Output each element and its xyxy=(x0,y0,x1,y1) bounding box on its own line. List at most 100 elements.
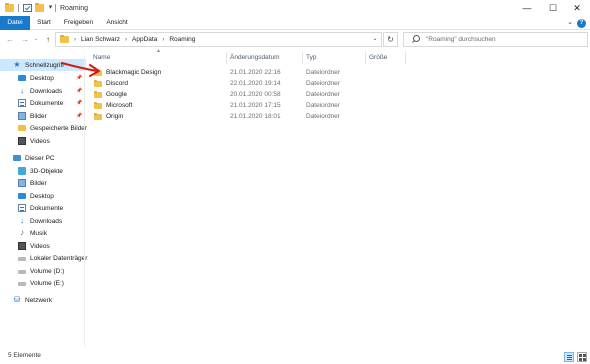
music-icon: ♪ xyxy=(20,228,24,237)
chevron-right-icon[interactable]: › xyxy=(74,37,76,43)
sidebar-item-label: Desktop xyxy=(30,192,54,200)
sidebar-item-label: Dokumente xyxy=(30,99,64,107)
sidebar-item-label: Schnellzugriff xyxy=(25,61,64,69)
sidebar-item-volume-e[interactable]: Volume (E:) xyxy=(0,277,86,289)
tab-ansicht[interactable]: Ansicht xyxy=(101,16,133,30)
file-date: 22.01.2020 19:14 xyxy=(230,80,281,87)
back-button[interactable]: ← xyxy=(4,34,16,45)
sidebar-item-pc-documents[interactable]: Dokumente xyxy=(0,202,86,214)
refresh-button[interactable]: ↻ xyxy=(383,32,398,47)
desktop-icon xyxy=(18,75,26,81)
sidebar-item-saved-pictures[interactable]: Gespeicherte Bilder xyxy=(0,122,88,134)
sidebar-item-downloads[interactable]: ↓ Downloads 📌 xyxy=(0,85,86,97)
sidebar-item-pc-videos[interactable]: Videos xyxy=(0,240,86,252)
maximize-button[interactable]: ☐ xyxy=(540,0,566,16)
help-icon[interactable]: ? xyxy=(577,18,586,28)
sidebar-item-local-disk[interactable]: Lokaler Datenträger xyxy=(0,252,88,264)
sidebar-item-label: Dieser PC xyxy=(25,154,55,162)
chevron-down-icon: ⌄ xyxy=(33,36,39,42)
sidebar-item-pc-pictures[interactable]: Bilder xyxy=(0,177,86,189)
folder-icon xyxy=(94,101,102,109)
details-view-icon xyxy=(567,355,572,356)
breadcrumb-appdata[interactable]: AppData xyxy=(132,36,157,43)
file-name-label: Discord xyxy=(106,80,129,87)
pin-icon[interactable]: 📌 xyxy=(76,75,82,81)
pin-icon[interactable]: 📌 xyxy=(76,113,82,119)
pin-icon[interactable]: 📌 xyxy=(76,100,82,106)
chevron-right-icon[interactable]: › xyxy=(162,37,164,43)
sidebar-item-label: Volume (E:) xyxy=(30,279,64,287)
sidebar-item-pc-downloads[interactable]: ↓ Downloads xyxy=(0,215,86,227)
file-date: 21.01.2020 22:16 xyxy=(230,69,281,76)
sidebar-item-pictures[interactable]: Bilder 📌 xyxy=(0,110,86,122)
tab-start[interactable]: Start xyxy=(32,16,56,30)
folder-icon xyxy=(94,68,102,76)
sidebar-item-this-pc[interactable]: Dieser PC xyxy=(0,152,86,164)
search-input[interactable] xyxy=(426,36,586,43)
divider xyxy=(18,4,19,12)
column-header-size[interactable]: Größe xyxy=(366,52,406,64)
minimize-button[interactable]: — xyxy=(514,0,540,16)
table-row[interactable]: Microsoft 21.01.2020 17:15 Dateiordner xyxy=(90,100,420,111)
sidebar-item-music[interactable]: ♪ Musik xyxy=(0,227,86,239)
breadcrumb-user[interactable]: Lian Schwarz xyxy=(81,36,120,43)
customize-quick-access-icon[interactable]: ▾ xyxy=(47,4,54,12)
quick-access-toolbar: ▾ Roaming xyxy=(5,3,88,13)
sidebar-item-documents[interactable]: Dokumente 📌 xyxy=(0,97,86,109)
properties-icon[interactable] xyxy=(23,4,32,12)
sidebar-item-pc-desktop[interactable]: Desktop xyxy=(0,190,86,202)
breadcrumb-roaming[interactable]: Roaming xyxy=(169,36,195,43)
star-icon: ★ xyxy=(13,60,21,69)
pane-divider[interactable] xyxy=(84,55,85,347)
column-header-date[interactable]: Änderungsdatum xyxy=(227,52,303,64)
drive-icon xyxy=(18,282,26,286)
table-row[interactable]: Google 20.01.2020 00:58 Dateiordner xyxy=(90,89,420,100)
network-icon: ⛁ xyxy=(13,295,21,304)
folder-icon xyxy=(18,125,26,131)
sidebar-item-label: Videos xyxy=(30,137,50,145)
folder-icon xyxy=(60,35,69,43)
chevron-right-icon[interactable]: › xyxy=(125,37,127,43)
column-header-name[interactable]: Name xyxy=(90,52,227,64)
sidebar-item-videos[interactable]: Videos xyxy=(0,135,86,147)
window-title: Roaming xyxy=(60,4,89,12)
ribbon-tabs: Datei Start Freigeben Ansicht ⌄ ? xyxy=(0,16,590,30)
sidebar-item-network[interactable]: ⛁ Netzwerk xyxy=(0,294,86,306)
sidebar-item-quick-access[interactable]: ★ Schnellzugriff xyxy=(0,59,86,71)
details-view-button[interactable] xyxy=(564,352,574,362)
address-bar[interactable]: › Lian Schwarz › AppData › Roaming ⌄ xyxy=(55,32,382,47)
status-bar: 5 Elemente xyxy=(0,350,590,364)
file-name: Microsoft xyxy=(94,100,132,111)
sidebar-item-label: Downloads xyxy=(30,87,63,95)
up-button[interactable]: ↑ xyxy=(42,34,54,45)
large-icons-view-button[interactable] xyxy=(577,352,587,362)
tiles-view-icon xyxy=(583,354,586,357)
pin-icon[interactable]: 📌 xyxy=(76,88,82,94)
sidebar-item-desktop[interactable]: Desktop 📌 xyxy=(0,72,86,84)
search-box[interactable] xyxy=(403,32,588,47)
folder-icon xyxy=(94,90,102,98)
file-name: Blackmagic Design xyxy=(94,67,161,78)
table-row[interactable]: Blackmagic Design 21.01.2020 22:16 Datei… xyxy=(90,67,420,78)
expand-ribbon-icon[interactable]: ⌄ xyxy=(565,18,575,28)
new-folder-icon[interactable] xyxy=(35,3,44,12)
sidebar-item-3d-objects[interactable]: 3D-Objekte xyxy=(0,165,86,177)
table-row[interactable]: Origin 21.01.2020 18:01 Dateiordner xyxy=(90,111,420,122)
table-row[interactable]: Discord 22.01.2020 19:14 Dateiordner xyxy=(90,78,420,89)
column-header-type[interactable]: Typ xyxy=(303,52,366,64)
sidebar-item-label: Lokaler Datenträger xyxy=(30,254,88,262)
sidebar-item-label: Netzwerk xyxy=(25,296,53,304)
file-name: Discord xyxy=(94,78,128,89)
title-bar: ▾ Roaming — ☐ ✕ xyxy=(0,0,590,16)
download-icon: ↓ xyxy=(20,86,24,95)
drive-icon xyxy=(18,270,26,274)
tab-datei[interactable]: Datei xyxy=(0,16,30,30)
recent-locations-button[interactable]: ⌄ xyxy=(30,34,42,45)
tab-freigeben[interactable]: Freigeben xyxy=(60,16,97,30)
file-name-label: Microsoft xyxy=(106,102,133,109)
sidebar-item-label: Gespeicherte Bilder xyxy=(30,124,88,132)
address-history-dropdown[interactable]: ⌄ xyxy=(370,33,380,46)
sidebar-item-volume-d[interactable]: Volume (D:) xyxy=(0,265,86,277)
close-button[interactable]: ✕ xyxy=(564,0,590,16)
close-icon: ✕ xyxy=(573,2,581,13)
